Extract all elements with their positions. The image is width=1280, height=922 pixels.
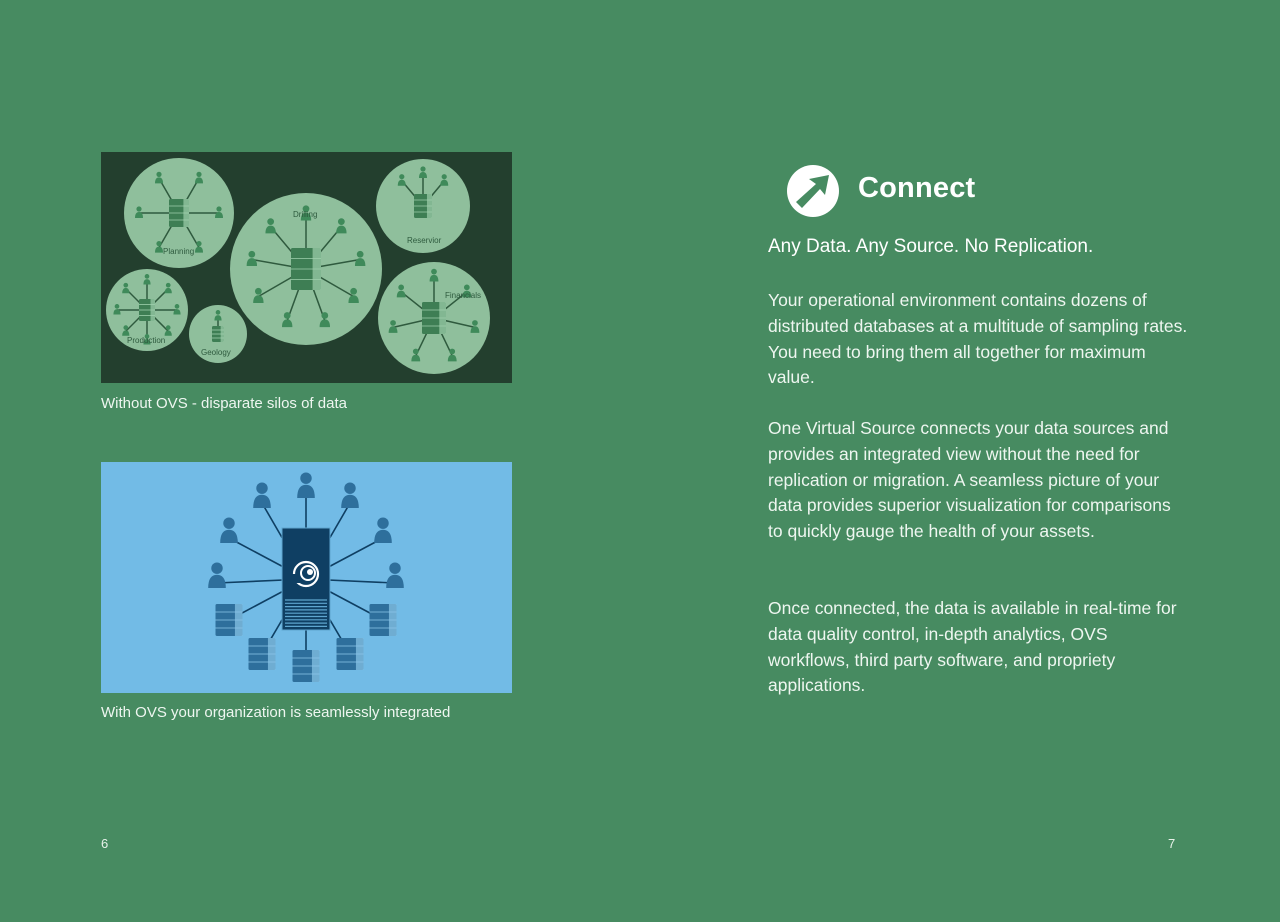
database-icon [212, 326, 224, 342]
paragraph-1: Your operational environment contains do… [768, 290, 1188, 388]
paragraph-3: Once connected, the data is available in… [768, 598, 1177, 696]
person-icon [253, 482, 271, 508]
person-icon [374, 517, 392, 543]
database-icon [139, 299, 155, 321]
silos-diagram-graphic: Planning Drilling Reservior Production G… [106, 158, 490, 374]
silos-diagram: Planning Drilling Reservior Production G… [101, 152, 512, 383]
database-icon [336, 638, 364, 670]
integrated-diagram-graphic [208, 472, 404, 682]
person-icon [220, 517, 238, 543]
silo-label-geology: Geology [201, 348, 231, 357]
page-number-right: 7 [1168, 836, 1176, 851]
person-icon [386, 562, 404, 588]
silo-label-planning: Planning [163, 247, 194, 256]
database-icon [215, 604, 243, 636]
person-icon [341, 482, 359, 508]
silo-label-production: Production [127, 336, 165, 345]
database-icon [248, 638, 276, 670]
person-icon [297, 472, 315, 498]
person-icon [208, 562, 226, 588]
arrow-up-right-icon [787, 165, 839, 217]
figure1-caption: Without OVS - disparate silos of data [101, 395, 347, 412]
paragraph-2: One Virtual Source connects your data so… [768, 418, 1171, 542]
database-icon [169, 199, 189, 227]
section-title: Connect [858, 172, 976, 204]
central-server-icon [281, 527, 331, 631]
silo-label-reservior: Reservior [407, 236, 442, 245]
page-number-left: 6 [101, 836, 109, 851]
silo-label-financials: Financials [445, 291, 481, 300]
database-icon [422, 302, 446, 334]
silo-label-drilling: Drilling [293, 210, 317, 219]
tagline: Any Data. Any Source. No Replication. [768, 236, 1094, 257]
database-icon [369, 604, 397, 636]
database-icon [292, 650, 320, 682]
database-icon [291, 248, 321, 290]
database-icon [414, 194, 432, 218]
figure2-caption: With OVS your organization is seamlessly… [101, 704, 451, 721]
integrated-diagram [101, 462, 512, 693]
